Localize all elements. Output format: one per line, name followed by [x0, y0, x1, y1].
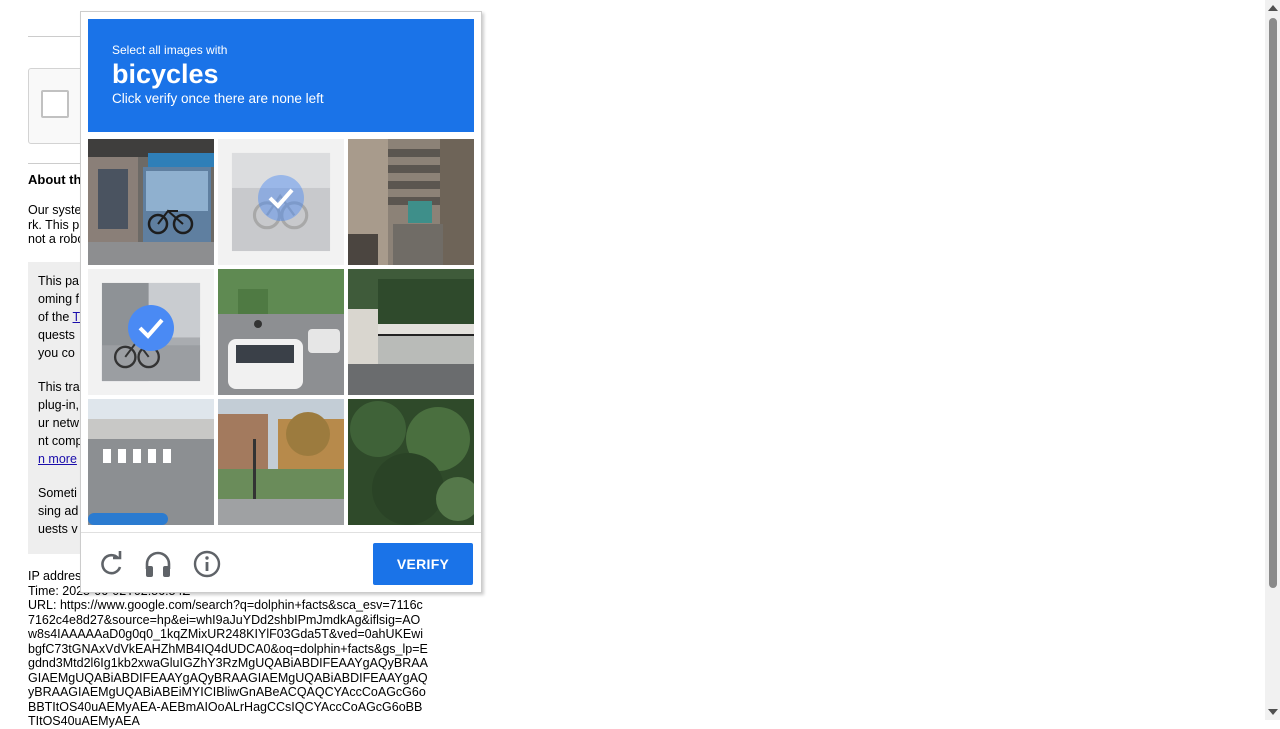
reload-icon[interactable]: [96, 549, 126, 579]
image-tile-5[interactable]: [218, 269, 344, 395]
image-tile-6[interactable]: [348, 269, 474, 395]
image-grid: [88, 139, 474, 525]
im-not-a-robot-checkbox[interactable]: [41, 90, 69, 118]
scroll-thumb[interactable]: [1269, 18, 1277, 588]
selected-check-icon: [258, 175, 304, 221]
info-text: This tra plug-in, ur netw nt comp: [38, 380, 83, 448]
about-heading: About th: [28, 172, 82, 187]
image-tile-7[interactable]: [88, 399, 214, 525]
challenge-keyword: bicycles: [112, 59, 219, 89]
image-tile-3[interactable]: [348, 139, 474, 265]
scroll-down-arrow-icon[interactable]: [1268, 709, 1278, 715]
selected-check-icon: [128, 305, 174, 351]
image-tile-1[interactable]: [88, 139, 214, 265]
learn-more-link[interactable]: n more: [38, 452, 77, 466]
image-tile-4[interactable]: [88, 269, 214, 395]
captcha-challenge-popup: Select all images with bicycles Click ve…: [80, 11, 482, 593]
challenge-footer: VERIFY: [81, 532, 481, 592]
info-text: quests you co: [38, 328, 75, 360]
image-tile-9[interactable]: [348, 399, 474, 525]
image-tile-8[interactable]: [218, 399, 344, 525]
verify-button[interactable]: VERIFY: [373, 543, 473, 585]
image-tile-2[interactable]: [218, 139, 344, 265]
audio-headphones-icon[interactable]: [143, 549, 173, 579]
challenge-header: Select all images with bicycles Click ve…: [88, 19, 474, 132]
instruction-subtext: Click verify once there are none left: [112, 91, 324, 106]
page-scrollbar[interactable]: [1265, 0, 1280, 720]
info-icon[interactable]: [192, 549, 222, 579]
instruction-text: Select all images with: [112, 43, 228, 57]
scroll-up-arrow-icon[interactable]: [1268, 5, 1278, 11]
